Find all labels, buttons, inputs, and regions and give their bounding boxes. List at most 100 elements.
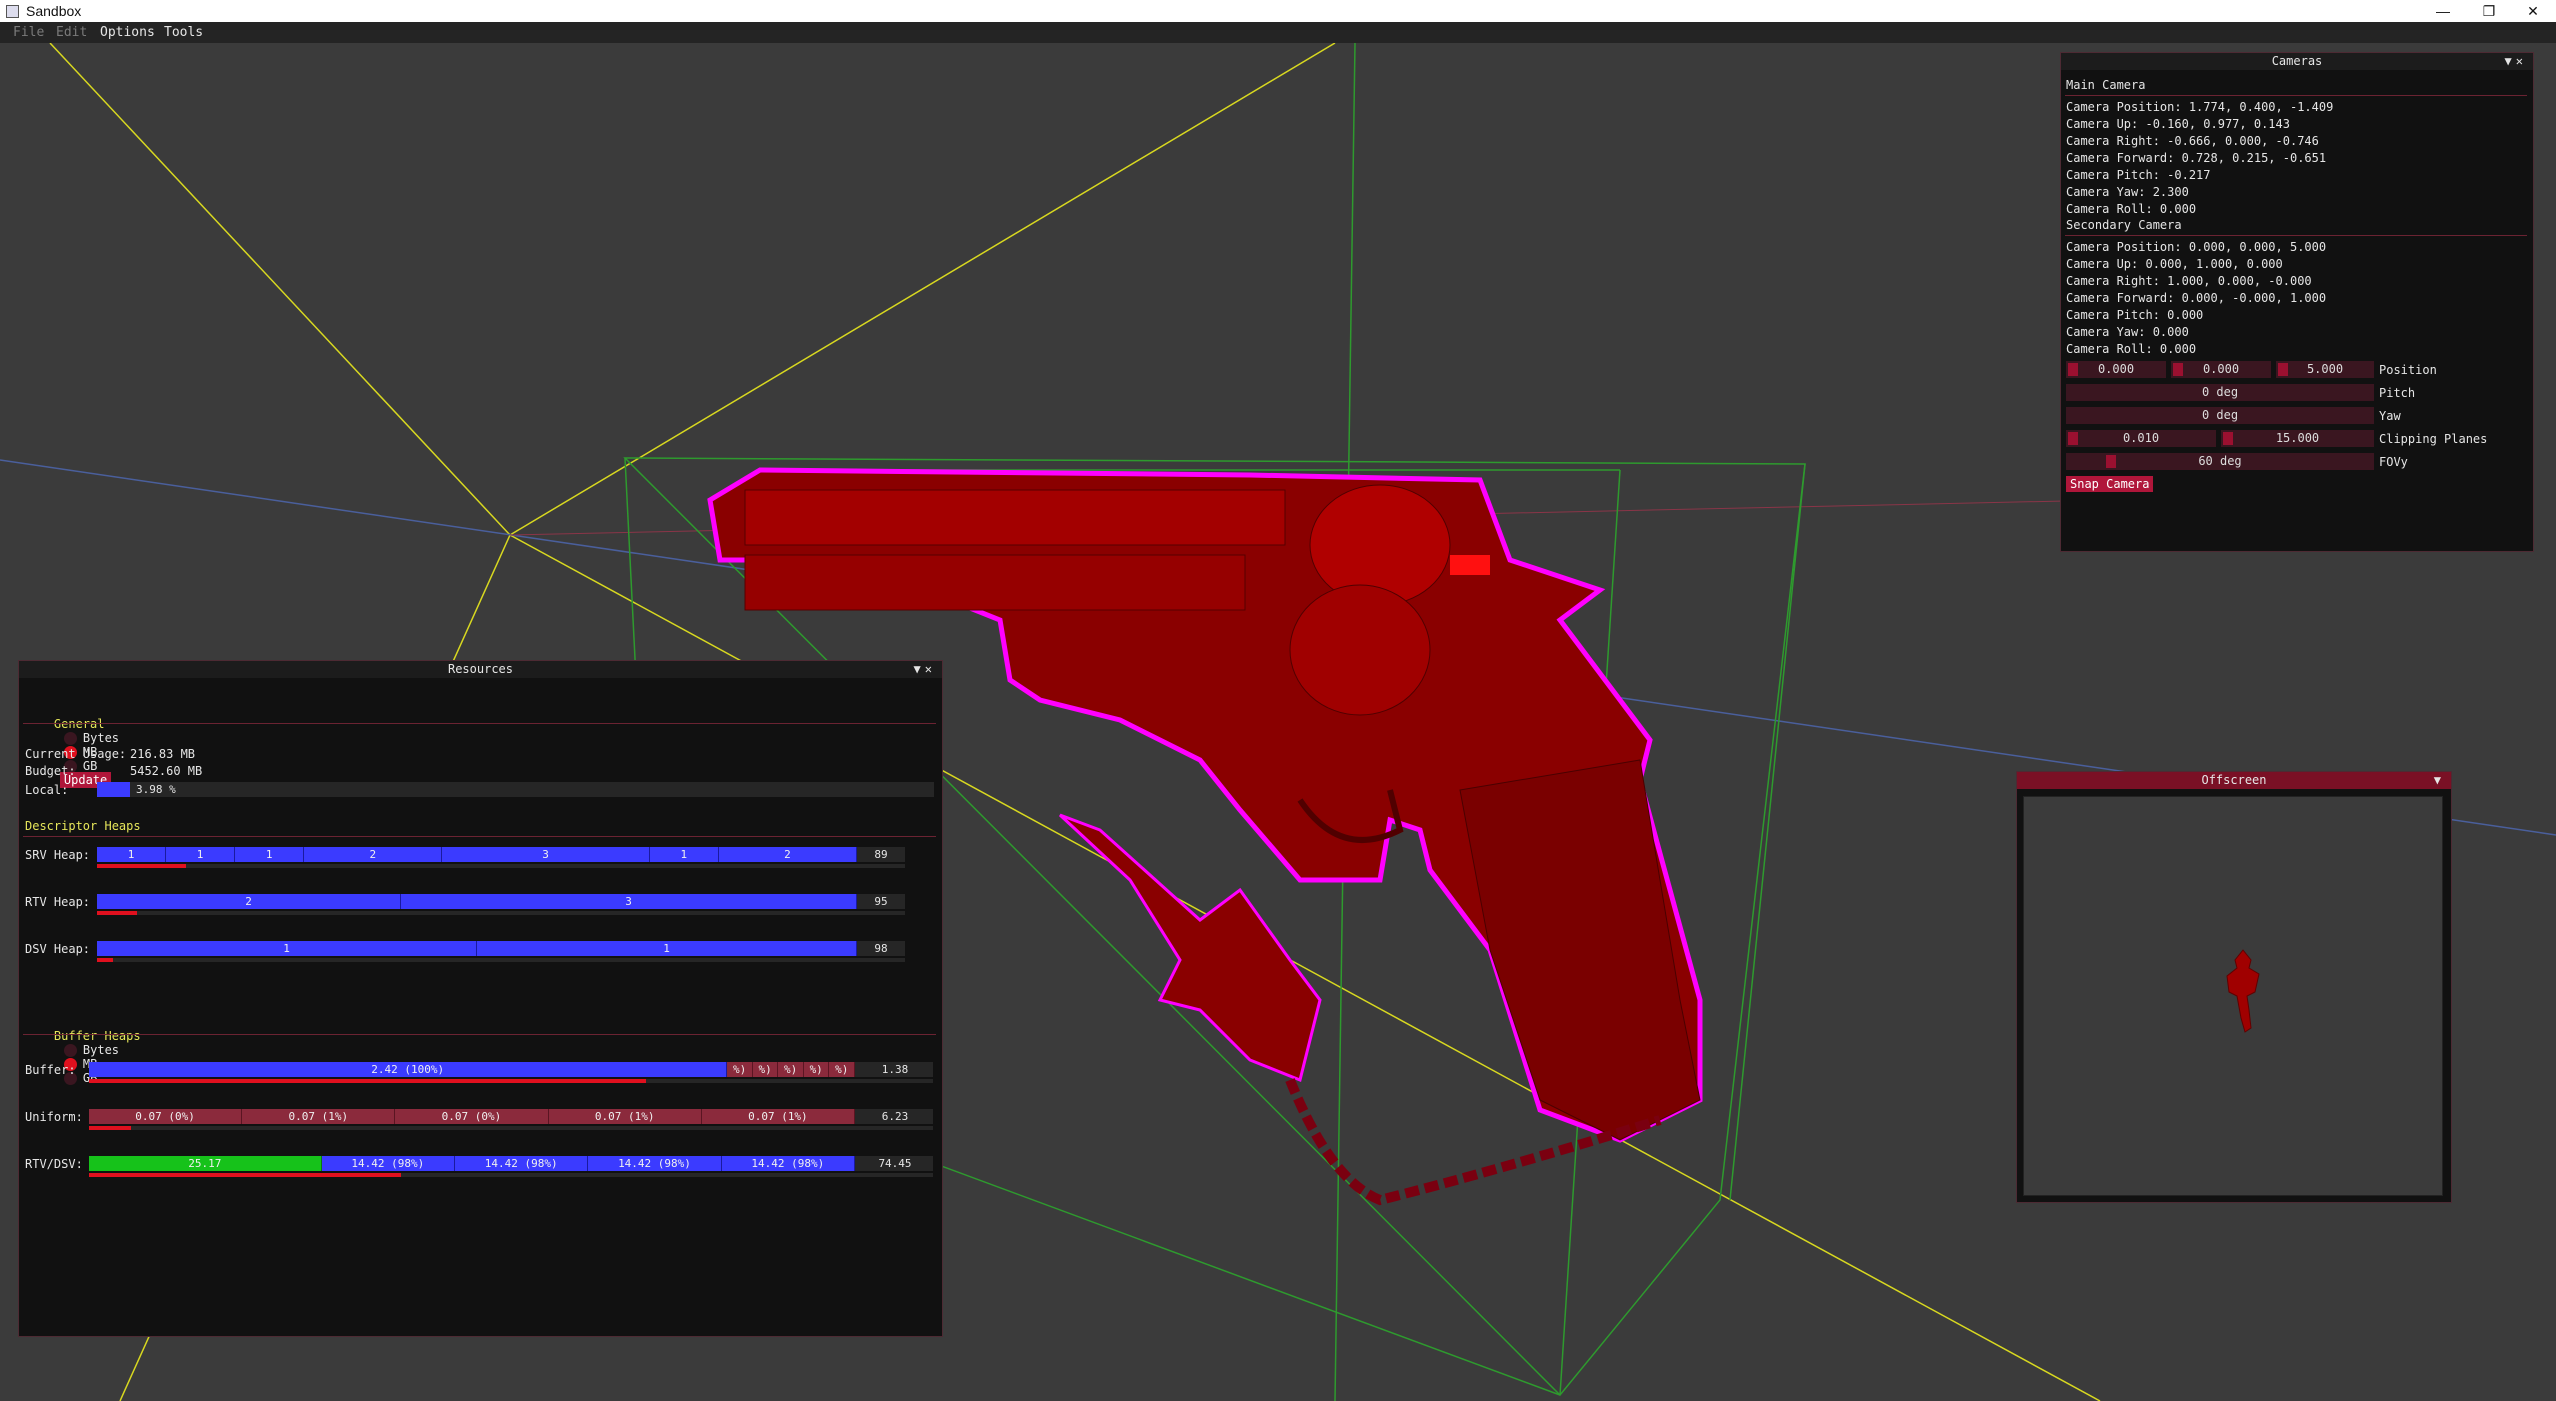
clip-near-slider[interactable]: 0.010 [2066, 430, 2216, 447]
pitch-slider[interactable]: 0 deg [2066, 384, 2374, 401]
heap-segment[interactable]: 1 [649, 847, 719, 862]
buffer-segment[interactable]: %) [778, 1062, 804, 1077]
buffer-segment[interactable]: 25.17 [89, 1156, 322, 1171]
collapse-icon[interactable]: ▼ [2505, 54, 2516, 68]
buffer-segment[interactable]: 0.07 (0%) [89, 1109, 243, 1124]
heap-usage-indicator [97, 958, 114, 962]
buffer-usage-indicator [89, 1173, 402, 1177]
collapse-icon[interactable]: ▼ [914, 662, 925, 676]
heap-segment[interactable]: 2 [97, 894, 401, 909]
buffer-segment[interactable]: 0.07 (1%) [548, 1109, 702, 1124]
close-window-button[interactable]: ✕ [2510, 0, 2556, 22]
buffer-segment[interactable]: 2.42 (100%) [89, 1062, 728, 1077]
buffer-remaining: 1.38 [857, 1062, 933, 1077]
buffer-segment[interactable]: 0.07 (0%) [395, 1109, 549, 1124]
heap-segment[interactable]: 3 [442, 847, 650, 862]
clip-far-slider[interactable]: 15.000 [2221, 430, 2374, 447]
descriptor-heaps-label: Descriptor Heaps [25, 819, 141, 833]
collapse-icon[interactable]: ▼ [2434, 773, 2445, 787]
snap-camera-button[interactable]: Snap Camera [2066, 476, 2154, 492]
fov-label: FOVy [2379, 455, 2408, 469]
heap-usage-indicator [97, 864, 186, 868]
buffer-segment[interactable]: %) [727, 1062, 753, 1077]
menu-tools[interactable]: Tools [164, 25, 203, 40]
heap-bar: 23 [97, 894, 857, 909]
main-camera-label: Main Camera [2066, 78, 2146, 92]
restore-button[interactable]: ❐ [2466, 0, 2512, 22]
buffer-segment[interactable]: 0.07 (1%) [701, 1109, 855, 1124]
camera-info-line: Camera Position: 1.774, 0.400, -1.409 [2066, 100, 2334, 114]
unit-label-bytes: Bytes [82, 731, 120, 745]
camera-info-line: Camera Forward: 0.728, 0.215, -0.651 [2066, 151, 2327, 165]
buffer-segment[interactable]: 14.42 (98%) [321, 1156, 456, 1171]
buffer-unit-radio-bytes[interactable] [63, 1044, 77, 1057]
heap-bar: 11 [97, 941, 857, 956]
app-icon [6, 5, 19, 18]
buffer-unit-label-bytes: Bytes [82, 1043, 120, 1057]
offscreen-panel[interactable]: Offscreen ▼ [2016, 771, 2452, 1203]
heap-segment[interactable]: 1 [97, 847, 167, 862]
buffer-label: Buffer: [25, 1063, 76, 1077]
general-label: General [53, 717, 105, 731]
unit-radio-bytes[interactable] [63, 732, 77, 745]
offscreen-render-view [2023, 796, 2443, 1196]
buffer-usage-indicator [89, 1126, 132, 1130]
yaw-label: Yaw [2379, 409, 2401, 423]
window-title: Sandbox [26, 3, 82, 19]
buffer-label: RTV/DSV: [25, 1157, 83, 1171]
offscreen-panel-header[interactable]: Offscreen ▼ [2017, 772, 2451, 789]
heap-segment[interactable]: 1 [97, 941, 477, 956]
close-icon[interactable]: ✕ [2516, 54, 2527, 68]
position-x-slider[interactable]: 0.000 [2066, 361, 2166, 378]
camera-info-line: Camera Position: 0.000, 0.000, 5.000 [2066, 240, 2327, 254]
heap-remaining: 95 [857, 894, 905, 909]
buffer-segment[interactable]: 14.42 (98%) [588, 1156, 722, 1171]
heap-label: DSV Heap: [25, 942, 91, 956]
heap-segment[interactable]: 1 [235, 847, 305, 862]
buffer-segment[interactable]: %) [829, 1062, 855, 1077]
buffer-usage-indicator [89, 1079, 647, 1083]
current-usage-value: 216.83 MB [130, 747, 196, 761]
local-label: Local: [25, 783, 69, 797]
cameras-panel[interactable]: Cameras ▼✕ Main Camera Camera Position: … [2060, 52, 2534, 552]
local-progress-bar: 3.98 % [97, 782, 934, 797]
buffer-segment[interactable]: %) [752, 1062, 779, 1077]
close-icon[interactable]: ✕ [925, 662, 936, 676]
buffer-segment[interactable]: 0.07 (1%) [242, 1109, 396, 1124]
heap-label: SRV Heap: [25, 848, 91, 862]
fov-slider[interactable]: 60 deg [2066, 453, 2374, 470]
resources-title: Resources [447, 662, 514, 676]
heap-segment[interactable]: 2 [718, 847, 857, 862]
camera-info-line: Camera Yaw: 2.300 [2066, 185, 2189, 199]
heap-segment[interactable]: 3 [401, 894, 857, 909]
buffer-segment[interactable]: %) [803, 1062, 830, 1077]
heap-segment[interactable]: 1 [477, 941, 857, 956]
current-usage-label: Current Usage: [25, 747, 127, 761]
resources-panel-header[interactable]: Resources ▼✕ [19, 661, 942, 678]
heap-label: RTV Heap: [25, 895, 91, 909]
position-z-slider[interactable]: 5.000 [2276, 361, 2374, 378]
camera-info-line: Camera Yaw: 0.000 [2066, 325, 2189, 339]
unit-label-gb: GB [82, 759, 98, 773]
resources-panel[interactable]: Resources ▼✕ General Bytes MB GB Update … [18, 660, 943, 1337]
menu-file[interactable]: File [13, 25, 44, 40]
menu-edit[interactable]: Edit [56, 25, 87, 40]
buffer-bar: 25.17 14.42 (98%) 14.42 (98%) 14.42 (98%) 14… [89, 1156, 857, 1171]
buffer-remaining: 6.23 [857, 1109, 933, 1124]
minimize-button[interactable]: — [2420, 0, 2466, 22]
pitch-label: Pitch [2379, 386, 2416, 400]
heap-segment[interactable]: 2 [304, 847, 443, 862]
camera-info-line: Camera Right: -0.666, 0.000, -0.746 [2066, 134, 2319, 148]
camera-info-line: Camera Roll: 0.000 [2066, 342, 2197, 356]
buffer-segment[interactable]: 14.42 (98%) [455, 1156, 589, 1171]
heap-segment[interactable]: 1 [166, 847, 236, 862]
camera-info-line: Camera Up: 0.000, 1.000, 0.000 [2066, 257, 2283, 271]
buffer-bar: 0.07 (0%) 0.07 (1%) 0.07 (0%) 0.07 (1%) 0.07… [89, 1109, 857, 1124]
budget-value: 5452.60 MB [130, 764, 203, 778]
yaw-slider[interactable]: 0 deg [2066, 407, 2374, 424]
camera-info-line: Camera Forward: 0.000, -0.000, 1.000 [2066, 291, 2327, 305]
menu-options[interactable]: Options [100, 25, 155, 40]
cameras-panel-header[interactable]: Cameras ▼✕ [2061, 53, 2533, 70]
buffer-segment[interactable]: 14.42 (98%) [721, 1156, 855, 1171]
position-y-slider[interactable]: 0.000 [2171, 361, 2271, 378]
